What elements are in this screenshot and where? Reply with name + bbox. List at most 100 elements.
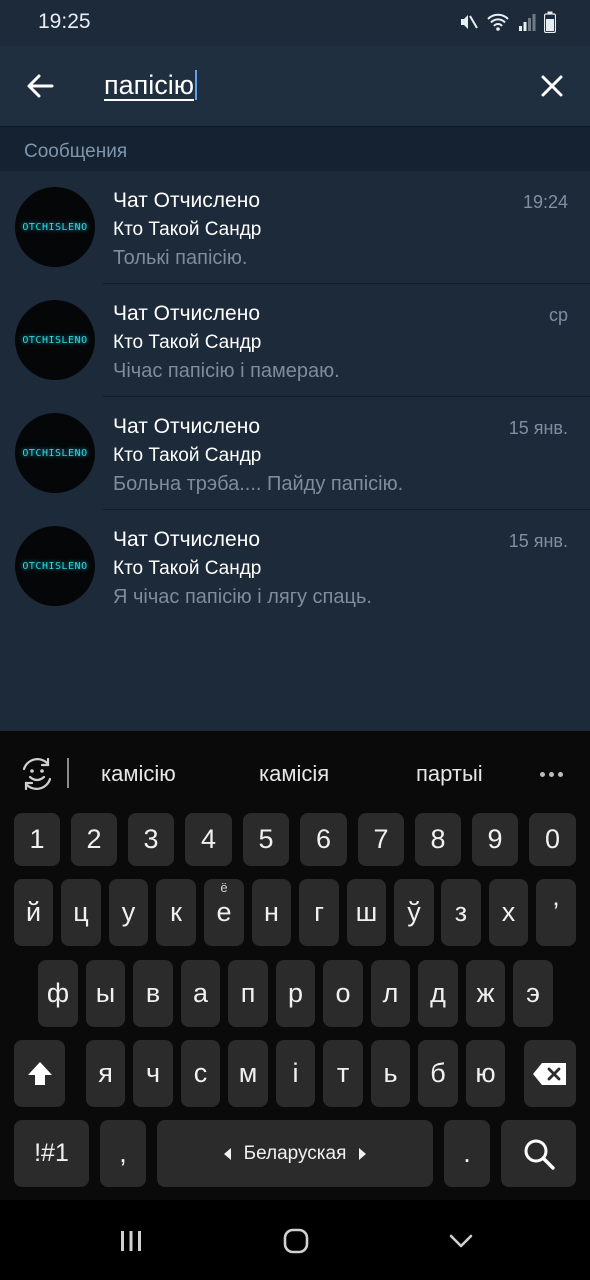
chat-title: Чат Отчислено xyxy=(113,415,260,438)
close-icon xyxy=(541,75,563,97)
key[interactable]: ц xyxy=(61,879,101,946)
clear-search-button[interactable] xyxy=(526,60,578,112)
key[interactable]: у xyxy=(109,879,148,946)
avatar-label: OTCHISLENO xyxy=(22,334,88,346)
key[interactable]: 0 xyxy=(529,813,576,866)
key[interactable]: о xyxy=(323,960,363,1027)
key[interactable]: й xyxy=(14,879,53,946)
search-result[interactable]: OTCHISLENO Чат Отчислено 15 янв. Кто Так… xyxy=(0,397,590,510)
key-e[interactable]: ё е xyxy=(204,879,244,946)
key[interactable]: 7 xyxy=(358,813,404,866)
more-suggestions-button[interactable] xyxy=(536,759,566,789)
comma-key[interactable]: , xyxy=(100,1120,146,1187)
key[interactable]: 8 xyxy=(415,813,461,866)
back-nav-button[interactable] xyxy=(441,1226,481,1256)
message-text: Толькі папісію. xyxy=(113,247,248,269)
key[interactable]: н xyxy=(252,879,291,946)
key[interactable]: 9 xyxy=(472,813,518,866)
back-button[interactable] xyxy=(14,60,66,112)
message-sender: Кто Такой Сандр xyxy=(113,332,262,353)
shift-key[interactable] xyxy=(14,1040,65,1107)
key[interactable]: 1 xyxy=(14,813,60,866)
shift-arrow-icon xyxy=(27,1061,52,1085)
backspace-key[interactable] xyxy=(524,1040,576,1107)
search-input[interactable]: папісію xyxy=(104,70,198,101)
key[interactable]: ф xyxy=(38,960,78,1027)
backspace-icon xyxy=(533,1062,566,1085)
keyboard: камісію камісія партыі 1 2 3 4 5 6 7 8 9… xyxy=(0,731,590,1200)
space-key[interactable]: Беларуская xyxy=(157,1120,433,1187)
key[interactable]: ж xyxy=(466,960,505,1027)
key[interactable]: л xyxy=(371,960,410,1027)
key[interactable]: ў xyxy=(394,879,434,946)
home-button[interactable] xyxy=(276,1226,316,1256)
key[interactable]: г xyxy=(299,879,339,946)
search-result[interactable]: OTCHISLENO Чат Отчислено ср Кто Такой Са… xyxy=(0,284,590,397)
system-nav-bar xyxy=(0,1200,590,1280)
key[interactable]: і xyxy=(276,1040,315,1107)
key[interactable]: м xyxy=(228,1040,268,1107)
key[interactable]: к xyxy=(156,879,196,946)
search-key[interactable] xyxy=(501,1120,576,1187)
status-bar: 19:25 xyxy=(0,0,590,46)
key[interactable]: т xyxy=(323,1040,363,1107)
emoji-icon[interactable] xyxy=(18,755,56,793)
status-icons xyxy=(458,10,556,34)
period-key[interactable]: . xyxy=(444,1120,490,1187)
key[interactable]: ’ xyxy=(536,879,576,946)
chat-title: Чат Отчислено xyxy=(113,302,260,325)
chat-avatar: OTCHISLENO xyxy=(15,187,95,267)
key[interactable]: ш xyxy=(347,879,386,946)
key[interactable]: э xyxy=(513,960,553,1027)
search-query: папісію xyxy=(104,70,195,100)
key[interactable]: 3 xyxy=(128,813,174,866)
battery-icon xyxy=(544,11,556,33)
key[interactable]: 2 xyxy=(71,813,117,866)
wifi-icon xyxy=(487,13,509,31)
message-sender: Кто Такой Сандр xyxy=(113,445,262,466)
search-result[interactable]: OTCHISLENO Чат Отчислено 15 янв. Кто Так… xyxy=(0,510,590,623)
key[interactable]: б xyxy=(418,1040,458,1107)
message-sender: Кто Такой Сандр xyxy=(113,219,262,240)
key[interactable]: 4 xyxy=(185,813,232,866)
status-time: 19:25 xyxy=(38,10,91,33)
symbols-key[interactable]: !#1 xyxy=(14,1120,89,1187)
key[interactable]: ь xyxy=(371,1040,410,1107)
dot-icon xyxy=(557,771,563,777)
chat-title: Чат Отчислено xyxy=(113,528,260,551)
suggestion-item[interactable]: партыі xyxy=(416,761,483,787)
key[interactable]: п xyxy=(228,960,268,1027)
chevron-down-icon xyxy=(449,1234,473,1248)
avatar-label: OTCHISLENO xyxy=(22,221,88,233)
key-hint: ё xyxy=(220,880,228,895)
space-label: Беларуская xyxy=(243,1142,347,1164)
key[interactable]: в xyxy=(133,960,173,1027)
signal-icon xyxy=(519,14,536,31)
recents-button[interactable] xyxy=(111,1226,151,1256)
key[interactable]: д xyxy=(418,960,458,1027)
key[interactable]: ч xyxy=(133,1040,173,1107)
suggestion-item[interactable]: камісія xyxy=(259,761,329,787)
key[interactable]: 6 xyxy=(300,813,347,866)
section-label: Сообщения xyxy=(24,141,128,162)
suggestion-bar: камісію камісія партыі xyxy=(0,731,590,813)
arrow-left-icon xyxy=(27,74,54,98)
key[interactable]: с xyxy=(181,1040,220,1107)
caret-right-icon xyxy=(359,1147,367,1160)
caret-left-icon xyxy=(223,1147,231,1160)
message-text: Больна трэба.... Пайду папісію. xyxy=(113,473,404,495)
message-date: 15 янв. xyxy=(508,531,568,551)
suggestion-item[interactable]: камісію xyxy=(101,761,176,787)
key[interactable]: р xyxy=(276,960,315,1027)
key[interactable]: ы xyxy=(86,960,125,1027)
key[interactable]: я xyxy=(86,1040,125,1107)
avatar-label: OTCHISLENO xyxy=(22,560,88,572)
key[interactable]: х xyxy=(489,879,528,946)
key[interactable]: ю xyxy=(466,1040,505,1107)
key[interactable]: з xyxy=(441,879,481,946)
key-label: е xyxy=(216,897,232,927)
key[interactable]: 5 xyxy=(243,813,289,866)
message-date: ср xyxy=(548,305,568,325)
key[interactable]: а xyxy=(181,960,220,1027)
search-result[interactable]: OTCHISLENO Чат Отчислено 19:24 Кто Такой… xyxy=(0,171,590,284)
